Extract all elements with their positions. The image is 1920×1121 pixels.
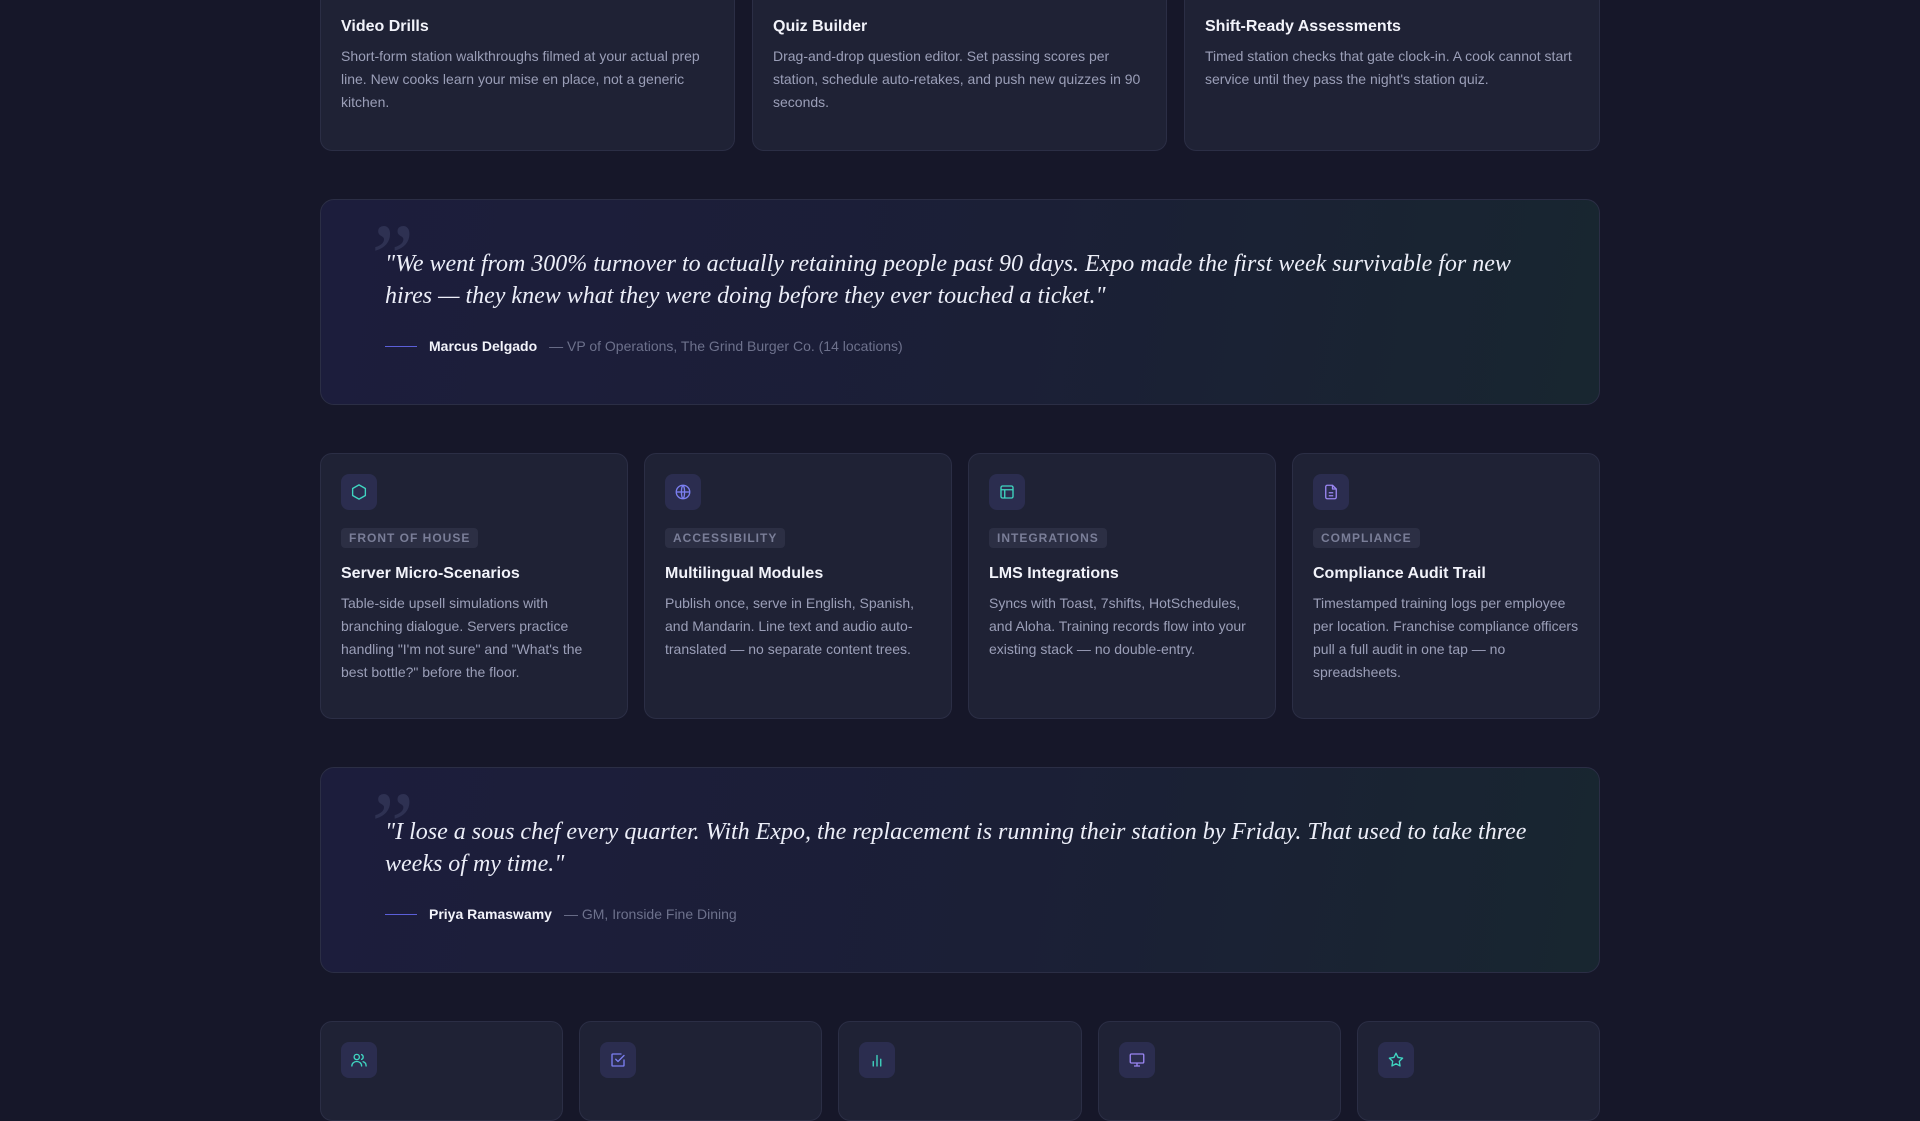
card-title: Quiz Builder <box>773 18 868 35</box>
attribution-divider <box>385 913 417 915</box>
layout-icon <box>989 474 1025 510</box>
attribution-divider <box>385 345 417 347</box>
feature-card-shift-ready: Shift-Ready Assessments Timed station ch… <box>1184 0 1600 151</box>
feature-card-video-drills: Video Drills Short-form station walkthro… <box>320 0 735 151</box>
feature-card-checklist <box>579 1021 822 1121</box>
feature-card-quiz-builder: Quiz Builder Drag-and-drop question edit… <box>752 0 1167 151</box>
card-title: LMS Integrations <box>989 565 1119 582</box>
checkbox-icon <box>600 1042 636 1078</box>
feature-card-display <box>1098 1021 1341 1121</box>
card-title: Server Micro-Scenarios <box>341 565 520 582</box>
page-content: Video Drills Short-form station walkthro… <box>320 0 1600 1121</box>
feature-card-rating <box>1357 1021 1600 1121</box>
card-description: Table-side upsell simulations with branc… <box>341 595 583 680</box>
card-description: Syncs with Toast, 7shifts, HotSchedules,… <box>989 595 1246 657</box>
category-tag: ACCESSIBILITY <box>665 528 786 548</box>
users-icon <box>341 1042 377 1078</box>
testimonial-attribution: Marcus Delgado — VP of Operations, The G… <box>385 338 903 354</box>
card-title: Compliance Audit Trail <box>1313 565 1486 582</box>
card-description: Timestamped training logs per employee p… <box>1313 595 1579 680</box>
document-icon <box>1313 474 1349 510</box>
category-tag: FRONT OF HOUSE <box>341 528 479 548</box>
category-tag: COMPLIANCE <box>1313 528 1420 548</box>
testimonial-quote: "We went from 300% turnover to actually … <box>385 251 1511 309</box>
testimonial-card: ” "We went from 300% turnover to actuall… <box>320 199 1600 405</box>
card-title: Shift-Ready Assessments <box>1205 18 1401 35</box>
author-name: Marcus Delgado <box>429 338 538 354</box>
globe-icon <box>665 474 701 510</box>
feature-card-lms-integrations: INTEGRATIONS LMS Integrations Syncs with… <box>968 453 1276 719</box>
testimonial-attribution: Priya Ramaswamy — GM, Ironside Fine Dini… <box>385 906 737 922</box>
card-description: Publish once, serve in English, Spanish,… <box>665 595 915 657</box>
author-role: — GM, Ironside Fine Dining <box>563 906 737 922</box>
card-title: Video Drills <box>341 18 429 35</box>
testimonial-card: ” "I lose a sous chef every quarter. Wit… <box>320 767 1600 973</box>
feature-card-team <box>320 1021 563 1121</box>
category-tag: INTEGRATIONS <box>989 528 1107 548</box>
feature-card-analytics <box>838 1021 1082 1121</box>
feature-card-compliance-audit-trail: COMPLIANCE Compliance Audit Trail Timest… <box>1292 453 1600 719</box>
author-role: — VP of Operations, The Grind Burger Co.… <box>549 338 903 354</box>
card-title: Multilingual Modules <box>665 565 824 582</box>
testimonial-quote: "I lose a sous chef every quarter. With … <box>385 819 1527 877</box>
author-name: Priya Ramaswamy <box>429 906 552 922</box>
hexagon-icon <box>341 474 377 510</box>
bar-chart-icon <box>859 1042 895 1078</box>
feature-card-multilingual-modules: ACCESSIBILITY Multilingual Modules Publi… <box>644 453 952 719</box>
card-description: Short-form station walkthroughs filmed a… <box>341 48 700 110</box>
feature-card-server-micro-scenarios: FRONT OF HOUSE Server Micro-Scenarios Ta… <box>320 453 628 719</box>
star-icon <box>1378 1042 1414 1078</box>
monitor-icon <box>1119 1042 1155 1078</box>
card-description: Timed station checks that gate clock-in.… <box>1205 48 1572 87</box>
card-description: Drag-and-drop question editor. Set passi… <box>773 48 1141 110</box>
